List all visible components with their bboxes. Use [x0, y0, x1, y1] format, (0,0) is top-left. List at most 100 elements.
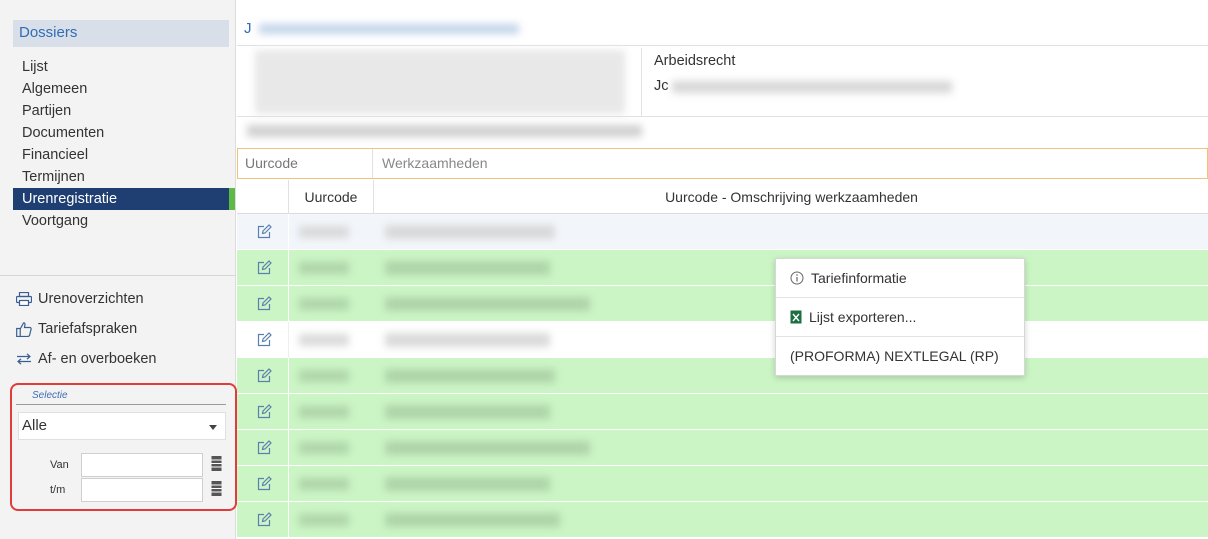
- redacted-description: [385, 261, 550, 275]
- sidebar-item-urenregistratie[interactable]: Urenregistratie: [13, 188, 235, 210]
- menu-item-label: Tariefinformatie: [811, 269, 907, 286]
- selectie-dropdown-value: Alle: [22, 417, 48, 434]
- sidebar-item-partijen[interactable]: Partijen: [13, 100, 235, 122]
- redacted-info-block: [255, 50, 625, 114]
- context-menu: Tariefinformatie Lijst exporteren... (PR…: [775, 258, 1025, 376]
- redacted-code: [299, 442, 349, 454]
- table-row[interactable]: [237, 358, 1208, 394]
- table-row[interactable]: [237, 430, 1208, 466]
- table-row[interactable]: [237, 394, 1208, 430]
- table-row[interactable]: [237, 214, 1208, 250]
- redacted-code: [299, 478, 349, 490]
- tm-date-input[interactable]: [81, 478, 203, 502]
- cell-divider: [288, 214, 289, 250]
- grid-header: Uurcode Uurcode - Omschrijving werkzaamh…: [237, 180, 1208, 214]
- edit-icon[interactable]: [257, 476, 272, 491]
- behandelaar-text: Jc: [654, 78, 669, 94]
- thumbs-up-icon: [16, 321, 32, 337]
- sidebar-item-documenten[interactable]: Documenten: [13, 122, 235, 144]
- menu-item-lijst-exporteren[interactable]: Lijst exporteren...: [776, 298, 1024, 335]
- redacted-breadcrumb: [247, 125, 642, 137]
- edit-icon[interactable]: [257, 332, 272, 347]
- redacted-behandelaar: [672, 81, 952, 93]
- selectie-panel: Selectie Alle Van t/m: [10, 383, 237, 511]
- cell-divider: [288, 466, 289, 502]
- menu-item-proforma[interactable]: (PROFORMA) NEXTLEGAL (RP): [776, 337, 1024, 374]
- cell-divider: [288, 250, 289, 286]
- edit-icon[interactable]: [257, 368, 272, 383]
- redacted-description: [385, 513, 560, 527]
- main-content: J Arbeidsrecht Jc Uurcode Werkzaamheden …: [237, 0, 1208, 539]
- redacted-code: [299, 406, 349, 418]
- af-en-overboeken-label: Af- en overboeken: [38, 351, 157, 367]
- redacted-description: [385, 333, 550, 347]
- table-row[interactable]: [237, 286, 1208, 322]
- sidebar: Dossiers Lijst Algemeen Partijen Documen…: [0, 0, 237, 539]
- info-icon: [790, 271, 804, 284]
- edit-icon[interactable]: [257, 296, 272, 311]
- selectie-divider: [16, 404, 226, 405]
- rechtsgebied-text: Arbeidsrecht: [654, 53, 736, 69]
- redacted-description: [385, 441, 590, 455]
- sidebar-item-voortgang[interactable]: Voortgang: [13, 210, 235, 232]
- selectie-dropdown[interactable]: Alle: [18, 412, 226, 440]
- sidebar-actions: Urenoverzichten Tariefafspraken Af- en o…: [16, 284, 231, 374]
- tariefafspraken-label: Tariefafspraken: [38, 321, 138, 337]
- edit-icon[interactable]: [257, 440, 272, 455]
- menu-item-label: Lijst exporteren...: [809, 308, 917, 325]
- caret-down-icon: [209, 425, 217, 430]
- redacted-code: [299, 262, 349, 274]
- excel-icon: [790, 310, 802, 323]
- sidebar-divider: [0, 275, 236, 276]
- edit-icon[interactable]: [257, 404, 272, 419]
- sidebar-item-algemeen[interactable]: Algemeen: [13, 78, 235, 100]
- sidebar-item-lijst[interactable]: Lijst: [13, 56, 235, 78]
- filter-uurcode-input[interactable]: Uurcode: [238, 149, 373, 178]
- urenoverzichten-label: Urenoverzichten: [38, 291, 144, 307]
- cell-divider: [288, 502, 289, 538]
- redacted-code: [299, 334, 349, 346]
- column-header-uurcode[interactable]: Uurcode: [288, 180, 374, 214]
- redacted-tab-text: [259, 24, 519, 34]
- dossier-info-left: [241, 48, 642, 116]
- van-date-input[interactable]: [81, 453, 203, 477]
- af-en-overboeken-link[interactable]: Af- en overboeken: [16, 344, 231, 374]
- calendar-icon[interactable]: [211, 480, 222, 497]
- table-row[interactable]: [237, 466, 1208, 502]
- redacted-description: [385, 369, 555, 383]
- selectie-legend: Selectie: [32, 390, 68, 401]
- cell-divider: [288, 322, 289, 358]
- edit-icon[interactable]: [257, 224, 272, 239]
- calendar-icon[interactable]: [211, 455, 222, 472]
- filter-row: Uurcode Werkzaamheden: [237, 148, 1208, 179]
- column-header-omschrijving[interactable]: Uurcode - Omschrijving werkzaamheden: [375, 180, 1208, 214]
- edit-icon[interactable]: [257, 512, 272, 527]
- table-row[interactable]: [237, 502, 1208, 538]
- sidebar-item-termijnen[interactable]: Termijnen: [13, 166, 235, 188]
- van-label: Van: [50, 459, 69, 471]
- redacted-code: [299, 226, 349, 238]
- table-row[interactable]: [237, 322, 1208, 358]
- sidebar-item-financieel[interactable]: Financieel: [13, 144, 235, 166]
- dossier-tab-strip: J: [237, 18, 1208, 46]
- filter-werkzaamheden-input[interactable]: Werkzaamheden: [374, 149, 496, 177]
- cell-divider: [288, 430, 289, 466]
- redacted-code: [299, 514, 349, 526]
- menu-item-tariefinformatie[interactable]: Tariefinformatie: [776, 259, 1024, 296]
- redacted-description: [385, 405, 550, 419]
- table-row[interactable]: [237, 250, 1208, 286]
- redacted-code: [299, 370, 349, 382]
- tariefafspraken-link[interactable]: Tariefafspraken: [16, 314, 231, 344]
- menu-item-label: (PROFORMA) NEXTLEGAL (RP): [790, 347, 999, 364]
- edit-icon[interactable]: [257, 260, 272, 275]
- urenoverzichten-link[interactable]: Urenoverzichten: [16, 284, 231, 314]
- transfer-arrows-icon: [17, 353, 31, 365]
- uurcode-grid: Uurcode Uurcode - Omschrijving werkzaamh…: [237, 180, 1208, 538]
- tm-label: t/m: [50, 484, 66, 496]
- dossier-tab-title[interactable]: J: [244, 20, 252, 37]
- cell-divider: [288, 286, 289, 322]
- sidebar-header[interactable]: Dossiers: [13, 20, 229, 47]
- cell-divider: [288, 394, 289, 430]
- redacted-code: [299, 298, 349, 310]
- redacted-description: [385, 297, 590, 311]
